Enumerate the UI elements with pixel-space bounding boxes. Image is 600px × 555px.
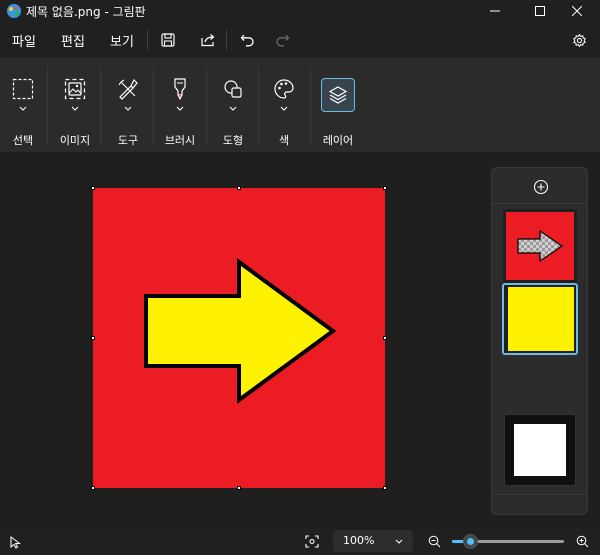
layers-divider (492, 203, 587, 204)
color-label: 색 (278, 134, 290, 147)
layers-panel (491, 167, 588, 515)
title-bar: 제목 없음.png - 그림판 (0, 0, 600, 22)
zoom-value: 100% (343, 534, 375, 547)
layer-thumbnail-arrow[interactable] (503, 209, 577, 283)
selection-icon (12, 78, 34, 100)
chevron-down-icon (176, 106, 184, 111)
minimize-icon (490, 10, 500, 12)
gear-icon (572, 33, 586, 47)
status-bar: 100% (0, 527, 600, 555)
canvas-workspace (0, 154, 600, 527)
resize-handle[interactable] (383, 186, 387, 190)
chevron-down-icon (71, 106, 79, 111)
menu-divider (147, 30, 148, 50)
undo-button[interactable] (236, 30, 258, 50)
menu-file[interactable]: 파일 (12, 31, 36, 50)
ribbon-divider (100, 66, 101, 144)
resize-handle[interactable] (237, 486, 241, 490)
arrow-layer-preview (506, 212, 574, 280)
window-title: 제목 없음.png - 그림판 (26, 5, 146, 19)
layer-thumbnail-white[interactable] (504, 414, 576, 486)
maximize-icon (535, 6, 545, 16)
chevron-down-icon (19, 106, 27, 111)
menu-divider (226, 30, 227, 50)
brush-icon (174, 78, 186, 101)
white-layer-preview (514, 424, 566, 476)
tools-tool[interactable]: 도구 (105, 58, 151, 153)
resize-handle[interactable] (237, 186, 241, 190)
image-label: 이미지 (59, 134, 91, 147)
resize-handle[interactable] (91, 336, 95, 340)
fit-to-window-icon[interactable] (305, 535, 319, 548)
save-icon (161, 33, 175, 47)
brush-label: 브러시 (164, 134, 196, 147)
layer-thumbnail-yellow[interactable] (502, 283, 578, 355)
tools-icon (118, 78, 138, 100)
layers-tool[interactable]: 레이어 (315, 58, 361, 153)
minimize-button[interactable] (472, 0, 518, 22)
cursor-icon (10, 536, 21, 549)
chevron-down-icon (395, 539, 403, 544)
shapes-label: 도형 (222, 134, 244, 147)
brush-tool[interactable]: 브러시 (157, 58, 203, 153)
palette-icon (274, 79, 294, 99)
image-icon (64, 78, 86, 100)
chevron-down-icon (124, 106, 132, 111)
tools-label: 도구 (117, 134, 139, 147)
ribbon-toolbar: 선택 이미지 도구 브러시 도형 색 레이어 (0, 58, 600, 153)
add-layer-icon[interactable] (533, 179, 549, 195)
settings-button[interactable] (568, 30, 590, 50)
close-icon (572, 6, 582, 16)
paint-app-icon (7, 4, 21, 18)
menu-view[interactable]: 보기 (110, 31, 134, 50)
menu-edit[interactable]: 편집 (61, 31, 85, 50)
zoom-slider-thumb[interactable] (463, 534, 478, 549)
resize-handle[interactable] (383, 336, 387, 340)
ribbon-divider (47, 66, 48, 144)
resize-handle[interactable] (91, 486, 95, 490)
layers-icon (328, 86, 348, 104)
image-tool[interactable]: 이미지 (52, 58, 98, 153)
resize-handle[interactable] (91, 186, 95, 190)
undo-icon (240, 34, 254, 47)
redo-icon (275, 34, 289, 47)
yellow-layer-preview (508, 287, 574, 351)
close-button[interactable] (554, 0, 600, 22)
chevron-down-icon (229, 106, 237, 111)
menu-bar: 파일 편집 보기 (0, 22, 600, 58)
shapes-tool[interactable]: 도형 (210, 58, 256, 153)
resize-handle[interactable] (383, 486, 387, 490)
share-icon (200, 34, 214, 47)
share-button[interactable] (197, 30, 219, 50)
layers-label: 레이어 (322, 134, 354, 147)
zoom-in-icon[interactable] (576, 535, 589, 548)
zoom-out-icon[interactable] (428, 535, 441, 548)
canvas[interactable] (93, 188, 385, 488)
layers-divider (492, 494, 587, 495)
selection-tool[interactable]: 선택 (0, 58, 46, 153)
ribbon-divider (310, 66, 311, 144)
ribbon-divider (206, 66, 207, 144)
redo-button[interactable] (271, 30, 293, 50)
ribbon-divider (153, 66, 154, 144)
ribbon-divider (258, 66, 259, 144)
selection-label: 선택 (12, 134, 34, 147)
shapes-icon (224, 80, 242, 98)
zoom-dropdown[interactable]: 100% (333, 530, 413, 552)
save-button[interactable] (157, 30, 179, 50)
chevron-down-icon (280, 106, 288, 111)
color-tool[interactable]: 색 (261, 58, 307, 153)
